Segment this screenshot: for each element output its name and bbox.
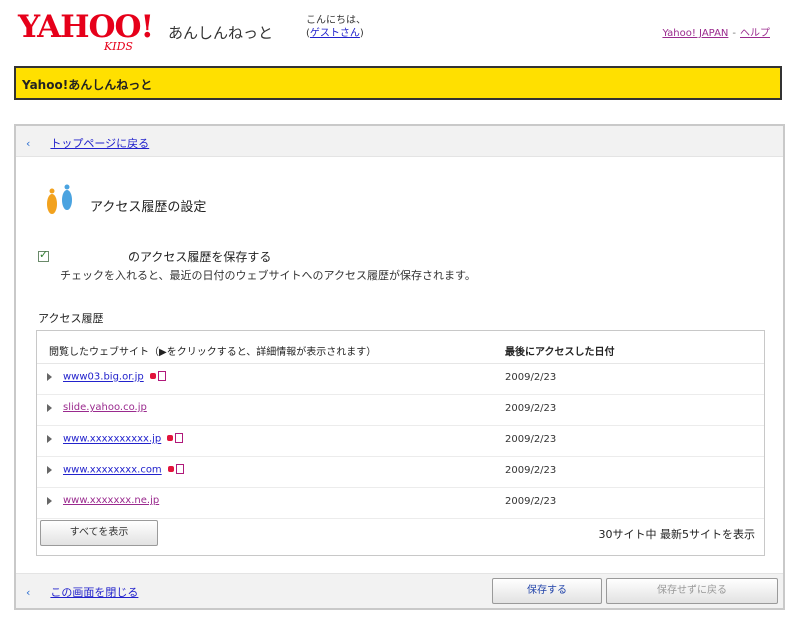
logo-sub-text: KIDS xyxy=(104,40,133,53)
close-window-link[interactable]: この画面を閉じる xyxy=(50,586,138,599)
greeting-text: こんにちは、 xyxy=(306,15,366,26)
site-link[interactable]: www.xxxxxxxx.com xyxy=(63,465,162,476)
top-links: Yahoo! JAPAN - ヘルプ xyxy=(662,28,770,39)
yahoo-kids-logo[interactable]: YAHOO! KIDS xyxy=(18,9,160,53)
check-mark-icon: ✓ xyxy=(39,248,49,261)
site-link[interactable]: www.xxxxxxxxxx.jp xyxy=(63,434,161,445)
column-header-date: 最後にアクセスした日付 xyxy=(505,347,615,358)
save-history-label: のアクセス履歴を保存する xyxy=(128,250,272,264)
footprint-icon xyxy=(47,184,72,214)
column-header-site: 閲覧したウェブサイト（▶をクリックすると、詳細情報が表示されます） xyxy=(49,347,377,358)
guest-link[interactable]: ゲストさん xyxy=(310,28,360,39)
blocked-icon xyxy=(149,373,156,379)
expand-triangle-icon[interactable] xyxy=(47,373,52,381)
site-link[interactable]: www.xxxxxxx.ne.jp xyxy=(63,495,159,506)
history-table-header: 閲覧したウェブサイト（▶をクリックすると、詳細情報が表示されます） 最後にアクセ… xyxy=(37,331,764,364)
table-row: slide.yahoo.co.jp 2009/2/23 xyxy=(37,394,764,426)
site-link[interactable]: slide.yahoo.co.jp xyxy=(63,402,147,413)
last-access-date: 2009/2/23 xyxy=(505,434,557,445)
site-link[interactable]: www03.big.or.jp xyxy=(63,372,144,383)
history-label: アクセス履歴 xyxy=(38,312,104,325)
yahoo-japan-link[interactable]: Yahoo! JAPAN xyxy=(662,28,728,39)
blocked-icon xyxy=(167,466,174,472)
greeting: こんにちは、 (ゲストさん) xyxy=(306,15,366,39)
save-button[interactable]: 保存する xyxy=(492,578,602,604)
logo-main-text: YAHOO! xyxy=(18,9,154,45)
blocked-icon xyxy=(167,435,174,441)
back-link-wrap: ‹ トップページに戻る xyxy=(26,135,149,151)
save-history-checkbox[interactable]: ✓ xyxy=(38,248,49,262)
table-row: www03.big.or.jp 2009/2/23 xyxy=(37,363,764,395)
panel-top-nav: ‹ トップページに戻る xyxy=(16,126,783,157)
arrow-left-icon: ‹ xyxy=(26,586,31,599)
service-title: あんしんねっと xyxy=(168,24,274,42)
close-link-wrap: ‹ この画面を閉じる xyxy=(26,584,138,600)
last-access-date: 2009/2/23 xyxy=(505,372,557,383)
table-row: www.xxxxxxx.ne.jp 2009/2/23 xyxy=(37,487,764,519)
page-icon xyxy=(175,433,184,443)
cancel-button[interactable]: 保存せずに戻る xyxy=(606,578,778,604)
last-access-date: 2009/2/23 xyxy=(505,496,557,507)
expand-triangle-icon[interactable] xyxy=(47,466,52,474)
save-history-option: ✓ のアクセス履歴を保存する チェックを入れると、最近の日付のウェブサイトへのア… xyxy=(38,246,758,286)
save-history-description: チェックを入れると、最近の日付のウェブサイトへのアクセス履歴が保存されます。 xyxy=(60,269,476,282)
page-icon xyxy=(157,371,166,381)
last-access-date: 2009/2/23 xyxy=(505,403,557,414)
panel-footer: ‹ この画面を閉じる 保存する 保存せずに戻る xyxy=(16,573,783,608)
expand-triangle-icon[interactable] xyxy=(47,404,52,412)
show-all-button[interactable]: すべてを表示 xyxy=(40,520,158,546)
section-heading: アクセス履歴の設定 xyxy=(90,200,207,215)
arrow-left-icon: ‹ xyxy=(26,137,31,150)
expand-triangle-icon[interactable] xyxy=(47,435,52,443)
expand-triangle-icon[interactable] xyxy=(47,497,52,505)
last-access-date: 2009/2/23 xyxy=(505,465,557,476)
page-icon xyxy=(175,464,184,474)
site-count-note: 30サイト中 最新5サイトを表示 xyxy=(598,528,756,541)
title-bar: Yahoo!あんしんねっと xyxy=(14,66,782,100)
back-to-top-link[interactable]: トップページに戻る xyxy=(50,137,149,150)
table-row: www.xxxxxxxx.com 2009/2/23 xyxy=(37,456,764,488)
bar-title: Yahoo!あんしんねっと xyxy=(22,78,153,92)
settings-panel: ‹ トップページに戻る アクセス履歴の設定 ✓ のアクセス履歴を保存する チェック… xyxy=(14,124,785,610)
header: YAHOO! KIDS あんしんねっと こんにちは、 (ゲストさん) Yahoo… xyxy=(0,0,800,62)
table-row: www.xxxxxxxxxx.jp 2009/2/23 xyxy=(37,425,764,457)
help-link[interactable]: ヘルプ xyxy=(740,28,770,39)
